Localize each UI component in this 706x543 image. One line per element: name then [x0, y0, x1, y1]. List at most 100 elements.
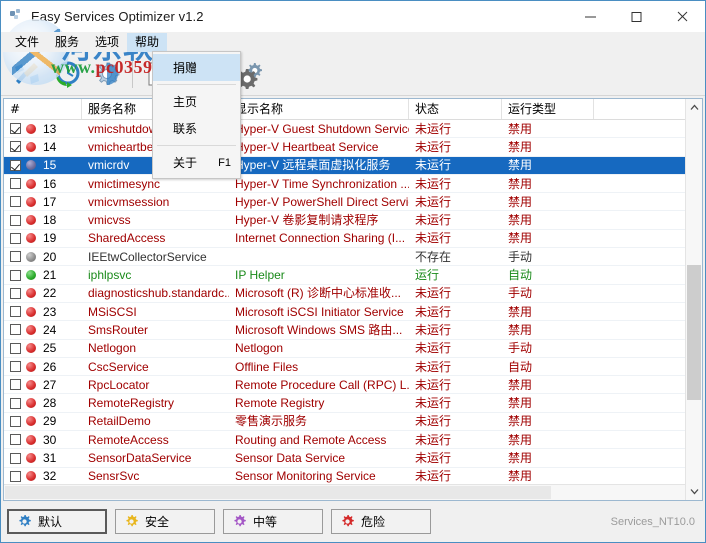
row-index-cell: 23: [4, 303, 82, 321]
row-checkbox[interactable]: [10, 324, 21, 336]
table-row[interactable]: 28 RemoteRegistry Remote Registry 未运行 禁用: [4, 394, 685, 413]
menu-item-contact[interactable]: 联系: [153, 115, 240, 142]
optimize-icon[interactable]: [7, 54, 47, 94]
preset-medium-button[interactable]: 中等: [223, 509, 323, 534]
table-row[interactable]: 27 RpcLocator Remote Procedure Call (RPC) …: [4, 376, 685, 395]
menu-item-contact-label: 联系: [173, 122, 198, 136]
preset-safe-button[interactable]: 安全: [115, 509, 215, 534]
row-checkbox[interactable]: [10, 415, 21, 427]
row-checkbox[interactable]: [10, 141, 21, 153]
column-header-startup[interactable]: 运行类型: [502, 99, 594, 119]
status-dot-icon: [26, 471, 36, 482]
column-header-status[interactable]: 状态: [409, 99, 502, 119]
row-checkbox[interactable]: [10, 178, 21, 190]
preset-risky-label: 危险: [361, 515, 386, 529]
restore-icon[interactable]: [47, 54, 87, 94]
table-row[interactable]: 24 SmsRouter Microsoft Windows SMS 路由... 未运…: [4, 321, 685, 340]
cell-display: Sensor Data Service: [235, 451, 346, 465]
scroll-down-icon[interactable]: [686, 483, 702, 500]
cell-service: diagnosticshub.standardc...: [88, 286, 229, 301]
menu-services[interactable]: 服务: [47, 33, 87, 52]
table-row[interactable]: 32 SensrSvc Sensor Monitoring Service 未运行 禁用: [4, 468, 685, 484]
table-row[interactable]: 29 RetailDemo 零售演示服务 未运行 禁用: [4, 413, 685, 432]
cell-startup: 禁用: [508, 213, 533, 228]
cell-startup: 禁用: [508, 414, 533, 429]
row-checkbox[interactable]: [10, 470, 21, 482]
table-row[interactable]: 16 vmictimesync Hyper-V Time Synchronizati…: [4, 175, 685, 194]
row-checkbox[interactable]: [10, 434, 21, 446]
scroll-up-icon[interactable]: [686, 99, 702, 116]
row-index-cell: 25: [4, 339, 82, 357]
menu-bar: 文件 服务 选项 帮助: [1, 32, 705, 52]
column-header-num[interactable]: #: [4, 99, 82, 119]
row-number: 30: [43, 432, 57, 447]
row-checkbox[interactable]: [10, 123, 21, 135]
maximize-button[interactable]: [613, 1, 659, 32]
table-row[interactable]: 20 IEEtwCollectorService 不存在 手动: [4, 248, 685, 267]
row-checkbox[interactable]: [10, 214, 21, 226]
row-index-cell: 21: [4, 266, 82, 284]
row-checkbox[interactable]: [10, 379, 21, 391]
preset-default-button[interactable]: 默认: [7, 509, 107, 534]
cell-status: 未运行: [415, 451, 452, 465]
row-checkbox[interactable]: [10, 452, 21, 464]
cell-display: Remote Registry: [235, 396, 325, 411]
table-row[interactable]: 26 CscService Offline Files 未运行 自动: [4, 358, 685, 377]
cell-startup: 禁用: [508, 432, 533, 447]
row-checkbox[interactable]: [10, 306, 21, 318]
cell-status: 未运行: [415, 322, 452, 337]
row-number: 27: [43, 377, 57, 392]
minimize-button[interactable]: [567, 1, 613, 32]
table-row[interactable]: 21 iphlpsvc IP Helper 运行 自动: [4, 266, 685, 285]
table-row[interactable]: 13 vmicshutdown Hyper-V Guest Shutdown Ser…: [4, 120, 685, 139]
gear-icon-safe: [126, 514, 138, 527]
cell-display: Hyper-V 远程桌面虚拟化服务: [235, 158, 391, 173]
row-index-cell: 17: [4, 193, 82, 211]
row-number: 32: [43, 469, 57, 484]
table-row[interactable]: 23 MSiSCSI Microsoft iSCSI Initiator Servi…: [4, 303, 685, 322]
menu-item-about[interactable]: 关于 F1: [153, 149, 240, 176]
table-row[interactable]: 19 SharedAccess Internet Connection Sharin…: [4, 230, 685, 249]
row-checkbox[interactable]: [10, 287, 21, 299]
row-checkbox[interactable]: [10, 361, 21, 373]
row-checkbox[interactable]: [10, 397, 21, 409]
row-index-cell: 32: [4, 467, 82, 484]
dropdown-separator-2: [157, 145, 236, 146]
status-dot-icon: [26, 233, 36, 244]
table-row[interactable]: 15 vmicrdv Hyper-V 远程桌面虚拟化服务 未运行 禁用: [4, 156, 685, 175]
row-checkbox[interactable]: [10, 251, 21, 263]
vertical-scrollbar[interactable]: [685, 99, 702, 500]
window-controls: [567, 1, 705, 32]
status-dot-icon: [26, 398, 36, 409]
settings-gear-icon[interactable]: [87, 54, 127, 94]
preset-risky-button[interactable]: 危险: [331, 509, 431, 534]
row-number: 21: [43, 268, 57, 283]
table-row[interactable]: 30 RemoteAccess Routing and Remote Access 未…: [4, 431, 685, 450]
table-row[interactable]: 18 vmicvss Hyper-V 卷影复制请求程序 未运行 禁用: [4, 211, 685, 230]
column-header-display[interactable]: 显示名称: [229, 99, 409, 119]
row-checkbox[interactable]: [10, 196, 21, 208]
menu-help[interactable]: 帮助: [127, 32, 168, 52]
row-checkbox[interactable]: [10, 159, 21, 171]
horizontal-scrollbar-thumb[interactable]: [5, 486, 551, 499]
menu-item-homepage[interactable]: 主页: [153, 88, 240, 115]
menu-options[interactable]: 选项: [87, 33, 127, 52]
vertical-scrollbar-thumb[interactable]: [687, 265, 701, 400]
horizontal-scrollbar[interactable]: [4, 484, 685, 500]
column-header-extra[interactable]: [594, 99, 691, 119]
table-row[interactable]: 31 SensorDataService Sensor Data Service 未运…: [4, 449, 685, 468]
cell-display: Offline Files: [235, 359, 299, 374]
row-checkbox[interactable]: [10, 232, 21, 244]
menu-file[interactable]: 文件: [7, 33, 47, 52]
status-dot-icon: [26, 160, 36, 171]
table-row[interactable]: 22 diagnosticshub.standardc... Microsoft (…: [4, 285, 685, 303]
table-row[interactable]: 17 vmicvmsession Hyper-V PowerShell Direct…: [4, 193, 685, 212]
row-checkbox[interactable]: [10, 269, 21, 281]
close-button[interactable]: [659, 1, 705, 32]
table-row[interactable]: 14 vmicheartbeat Hyper-V Heartbeat Service…: [4, 138, 685, 157]
table-row[interactable]: 25 Netlogon Netlogon 未运行 手动: [4, 340, 685, 358]
row-checkbox[interactable]: [10, 342, 21, 354]
cell-status: 未运行: [415, 139, 452, 154]
list-rows: 13 vmicshutdown Hyper-V Guest Shutdown Ser…: [4, 120, 685, 484]
menu-item-donate[interactable]: 捐赠: [153, 54, 240, 81]
